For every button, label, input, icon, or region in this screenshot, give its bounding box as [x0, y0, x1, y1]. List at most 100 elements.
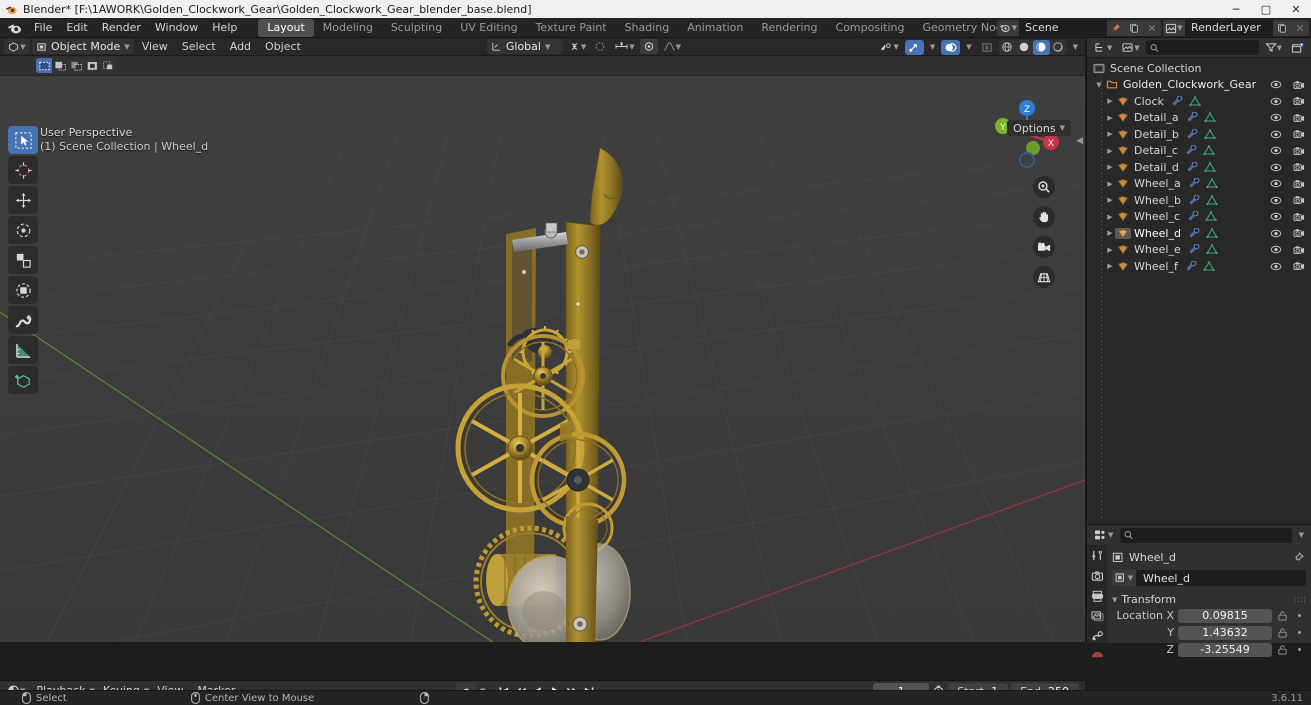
mesh-data-icon[interactable] — [1203, 260, 1215, 272]
scene-name[interactable]: Scene — [1019, 20, 1107, 36]
lock-icon[interactable] — [1276, 627, 1289, 638]
scene-icon[interactable]: ▼ — [997, 20, 1019, 36]
hide-in-viewport-icon[interactable] — [1270, 179, 1282, 188]
disable-in-renders-icon[interactable] — [1293, 80, 1305, 90]
shading-wireframe-button[interactable] — [999, 40, 1016, 55]
menu-file[interactable]: File — [27, 18, 59, 38]
tab-layout[interactable]: Layout — [258, 18, 314, 37]
blender-logo-icon[interactable] — [6, 20, 24, 36]
select-set-button[interactable] — [36, 58, 52, 73]
mesh-data-icon[interactable] — [1203, 112, 1216, 123]
object-expand-icon[interactable]: ▶ — [1105, 246, 1115, 254]
minimize-button[interactable]: ─ — [1221, 0, 1251, 18]
object-expand-icon[interactable]: ▶ — [1105, 180, 1115, 188]
proportional-falloff-button[interactable] — [639, 39, 658, 54]
panel-grip-icon[interactable]: :::: — [1294, 595, 1306, 605]
zoom-icon[interactable] — [1033, 176, 1055, 198]
outliner-row-object[interactable]: ▶ Detail_d — [1087, 159, 1311, 176]
outliner-search-input[interactable] — [1162, 42, 1255, 53]
outliner-row-object[interactable]: ▶ Wheel_a — [1087, 176, 1311, 193]
tab-animation[interactable]: Animation — [678, 19, 752, 37]
proportional-editing-button[interactable] — [591, 39, 609, 54]
object-expand-icon[interactable]: ▶ — [1105, 262, 1115, 270]
modifier-icon[interactable] — [1172, 95, 1184, 107]
transform-orientation-selector[interactable]: Global ▼ — [486, 39, 563, 54]
menu-window[interactable]: Window — [148, 18, 205, 38]
visibility-selectability-icon[interactable]: ▼ — [876, 40, 901, 55]
object-expand-icon[interactable]: ▶ — [1105, 213, 1115, 221]
modifier-icon[interactable] — [1189, 178, 1201, 189]
object-expand-icon[interactable]: ▶ — [1105, 196, 1115, 204]
outliner-filter-icon[interactable]: ▼ — [1262, 40, 1285, 55]
disable-in-renders-icon[interactable] — [1293, 146, 1305, 156]
tab-sculpting[interactable]: Sculpting — [382, 19, 451, 37]
hide-in-viewport-icon[interactable] — [1270, 262, 1282, 271]
tab-view-layer[interactable] — [1088, 610, 1106, 622]
outliner-editor-type-icon[interactable]: ▼ — [1091, 40, 1115, 55]
tab-scene[interactable] — [1088, 630, 1106, 642]
new-scene-icon[interactable] — [1125, 20, 1143, 36]
select-extend-button[interactable] — [52, 58, 68, 73]
modifier-icon[interactable] — [1188, 211, 1200, 222]
select-subtract-button[interactable] — [68, 58, 84, 73]
hide-in-viewport-icon[interactable] — [1270, 196, 1282, 205]
properties-search-box[interactable] — [1120, 527, 1292, 543]
tab-uv-editing[interactable]: UV Editing — [451, 19, 526, 37]
hide-in-viewport-icon[interactable] — [1270, 245, 1282, 254]
outliner-row-object[interactable]: ▶ Wheel_d — [1087, 225, 1311, 242]
property-value-field[interactable]: 1.43632 — [1178, 625, 1272, 640]
move-tool[interactable] — [8, 186, 38, 214]
snap-toggle-button[interactable]: ▼ — [565, 39, 589, 54]
add-cube-tool[interactable] — [8, 366, 38, 394]
shading-rendered-button[interactable] — [1050, 40, 1067, 55]
tab-rendering[interactable]: Rendering — [752, 19, 826, 37]
object-expand-icon[interactable]: ▶ — [1105, 97, 1115, 105]
view-layer-icon[interactable]: ▼ — [1163, 20, 1185, 36]
mesh-data-icon[interactable] — [1205, 244, 1218, 255]
pin-scene-icon[interactable] — [1107, 20, 1125, 36]
modifier-icon[interactable] — [1187, 161, 1199, 173]
remove-scene-icon[interactable]: ✕ — [1143, 20, 1161, 36]
shading-dropdown-icon[interactable]: ▼ — [1070, 40, 1081, 55]
property-value-field[interactable]: -3.25549 — [1178, 642, 1272, 657]
falloff-curve-icon[interactable]: ▼ — [660, 39, 684, 54]
modifier-icon[interactable] — [1189, 227, 1201, 239]
close-button[interactable]: ✕ — [1281, 0, 1311, 18]
properties-editor[interactable]: ▼ ▼ Wheel_d ▼ Wheel_d ▼ Transform:::: L… — [1086, 524, 1311, 658]
cursor-tool[interactable] — [8, 156, 38, 184]
mesh-data-icon[interactable] — [1204, 128, 1216, 140]
shading-material-preview-button[interactable] — [1032, 39, 1050, 55]
measure-tool[interactable] — [8, 336, 38, 364]
maximize-button[interactable]: □ — [1251, 0, 1281, 18]
annotate-tool[interactable] — [8, 306, 38, 334]
tab-shading[interactable]: Shading — [616, 19, 679, 37]
hide-in-viewport-icon[interactable] — [1270, 146, 1282, 155]
disable-in-renders-icon[interactable] — [1293, 261, 1305, 271]
gizmo-dropdown-icon[interactable]: ▼ — [927, 40, 938, 55]
mesh-data-icon[interactable] — [1206, 194, 1218, 206]
outliner-row-object[interactable]: ▶ Wheel_f — [1087, 258, 1311, 275]
disable-in-renders-icon[interactable] — [1293, 162, 1305, 172]
hide-in-viewport-icon[interactable] — [1270, 130, 1282, 139]
property-value-field[interactable]: 0.09815 — [1178, 608, 1272, 623]
tab-tool[interactable] — [1088, 549, 1106, 562]
outliner-editor[interactable]: ▼ ▼ ▼ Scene Collection ▼ Golden_Clockwor… — [1086, 38, 1311, 524]
mesh-data-icon[interactable] — [1203, 145, 1215, 156]
outliner-search-box[interactable] — [1145, 40, 1259, 55]
viewport-options-button[interactable]: Options ▼ — [1007, 120, 1071, 136]
viewport-3d[interactable]: ▼ Object Mode ▼ View Select Add Object G… — [0, 38, 1085, 642]
outliner-display-mode-icon[interactable]: ▼ — [1118, 40, 1142, 55]
properties-editor-type-icon[interactable]: ▼ — [1091, 528, 1116, 543]
viewport-menu-select[interactable]: Select — [176, 38, 222, 56]
scene-selector[interactable]: ▼ Scene ✕ — [997, 20, 1161, 36]
outliner-row-object[interactable]: ▶ Clock — [1087, 93, 1311, 110]
tab-render[interactable] — [1088, 570, 1106, 582]
outliner-row-object[interactable]: ▶ Wheel_b — [1087, 192, 1311, 209]
outliner-row-scene-collection[interactable]: Scene Collection — [1087, 60, 1311, 77]
modifier-icon[interactable] — [1187, 112, 1199, 123]
object-name-field[interactable]: ▼ Wheel_d — [1112, 570, 1306, 586]
disable-in-renders-icon[interactable] — [1293, 228, 1305, 238]
show-gizmo-icon[interactable] — [904, 39, 924, 55]
viewport-menu-object[interactable]: Object — [259, 38, 307, 56]
outliner-row-collection[interactable]: ▼ Golden_Clockwork_Gear — [1087, 77, 1311, 94]
